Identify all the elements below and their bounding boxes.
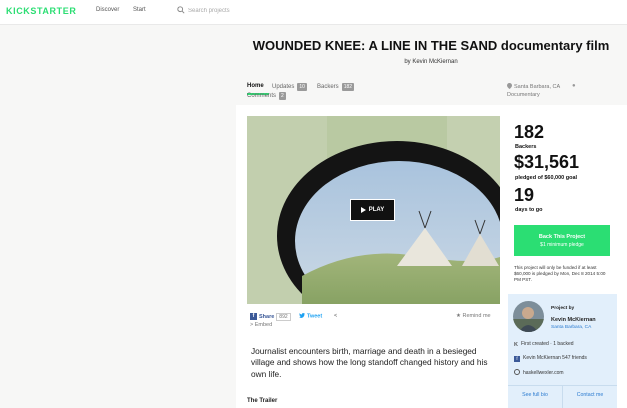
tab-updates-count: 10: [297, 83, 307, 91]
location-pin-icon: [507, 83, 512, 89]
backers-label: Backers: [515, 144, 537, 150]
project-location[interactable]: Santa Barbara, CA: [507, 83, 560, 90]
tab-comments[interactable]: Comments 2: [247, 92, 286, 100]
project-title: WOUNDED KNEE: A LINE IN THE SAND documen…: [252, 38, 610, 53]
facebook-icon: f: [514, 356, 520, 362]
tab-updates[interactable]: Updates 10: [272, 83, 307, 91]
facebook-share-count: 892: [276, 313, 291, 321]
project-blurb: Journalist encounters birth, marriage an…: [251, 346, 488, 379]
funding-note: This project will only be funded if at l…: [514, 265, 606, 283]
chevron-left-icon[interactable]: <: [334, 313, 337, 319]
days-to-go-label: days to go: [515, 207, 543, 213]
facebook-share-button[interactable]: f Share 892: [250, 313, 291, 321]
contact-me-link[interactable]: Contact me: [563, 392, 617, 398]
embed-label: Embed: [254, 322, 273, 328]
tag-icon: ●: [572, 83, 576, 89]
star-icon: ★: [456, 313, 461, 319]
project-by-label: Project by: [551, 306, 575, 311]
project-category[interactable]: Documentary: [507, 92, 540, 98]
back-button-sublabel: $1 minimum pledge: [540, 242, 584, 248]
creator-name[interactable]: Kevin McKiernan: [551, 317, 596, 323]
back-button-label: Back This Project: [538, 234, 586, 240]
play-button[interactable]: PLAY: [350, 199, 395, 221]
twitter-icon: [299, 313, 305, 318]
creator-created-backed: K First created · 1 backed: [514, 341, 574, 348]
pledged-label: pledged of $60,000 goal: [515, 175, 578, 181]
pledged-amount: $31,561: [514, 152, 580, 172]
tab-home-label: Home: [247, 83, 264, 89]
facebook-icon: f: [250, 313, 257, 321]
creator-website-text: haskellwexler.com: [523, 370, 564, 376]
play-label: PLAY: [368, 207, 385, 213]
creator-website[interactable]: haskellwexler.com: [514, 369, 564, 376]
remind-me-button[interactable]: ★ Remind me: [456, 313, 491, 319]
nav-start[interactable]: Start: [133, 7, 146, 13]
project-byline[interactable]: by Kevin McKiernan: [236, 59, 626, 65]
creator-facebook-text: Kevin McKiernan 547 friends: [523, 355, 587, 361]
see-full-bio-link[interactable]: See full bio: [508, 392, 562, 398]
remind-me-label: Remind me: [462, 313, 491, 319]
creator-facebook[interactable]: f Kevin McKiernan 547 friends: [514, 355, 587, 362]
tab-updates-label: Updates: [272, 84, 295, 90]
created-backed-text: First created · 1 backed: [520, 341, 574, 347]
section-heading-trailer: The Trailer: [247, 398, 278, 404]
back-this-project-button[interactable]: Back This Project $1 minimum pledge: [514, 225, 610, 256]
play-icon: [360, 207, 366, 213]
tab-comments-count: 2: [279, 92, 286, 100]
days-to-go-count: 19: [514, 185, 535, 205]
tab-comments-label: Comments: [247, 93, 277, 99]
globe-icon: [514, 369, 520, 375]
nav-discover[interactable]: Discover: [96, 7, 119, 13]
tab-backers-label: Backers: [317, 84, 339, 90]
tab-backers-count: 182: [341, 83, 355, 91]
search-icon[interactable]: [177, 6, 185, 14]
top-navigation-bar: KICKSTARTER Discover Start: [0, 0, 627, 25]
avatar[interactable]: [513, 301, 544, 332]
location-text: Santa Barbara, CA: [514, 84, 561, 90]
search-input[interactable]: [188, 5, 308, 17]
tab-home[interactable]: Home: [247, 83, 264, 89]
tweet-label: Tweet: [307, 313, 323, 320]
creator-location[interactable]: Santa Barbara, CA: [551, 325, 591, 330]
embed-link[interactable]: > Embed: [250, 322, 272, 328]
tweet-button[interactable]: Tweet: [299, 313, 322, 320]
avatar-image: [513, 301, 544, 332]
kickstarter-logo[interactable]: KICKSTARTER: [6, 6, 76, 16]
backers-count: 182: [514, 122, 545, 142]
kickstarter-k-icon: K: [514, 342, 518, 348]
tab-backers[interactable]: Backers 182: [317, 83, 355, 91]
facebook-share-label: Share: [259, 314, 275, 320]
